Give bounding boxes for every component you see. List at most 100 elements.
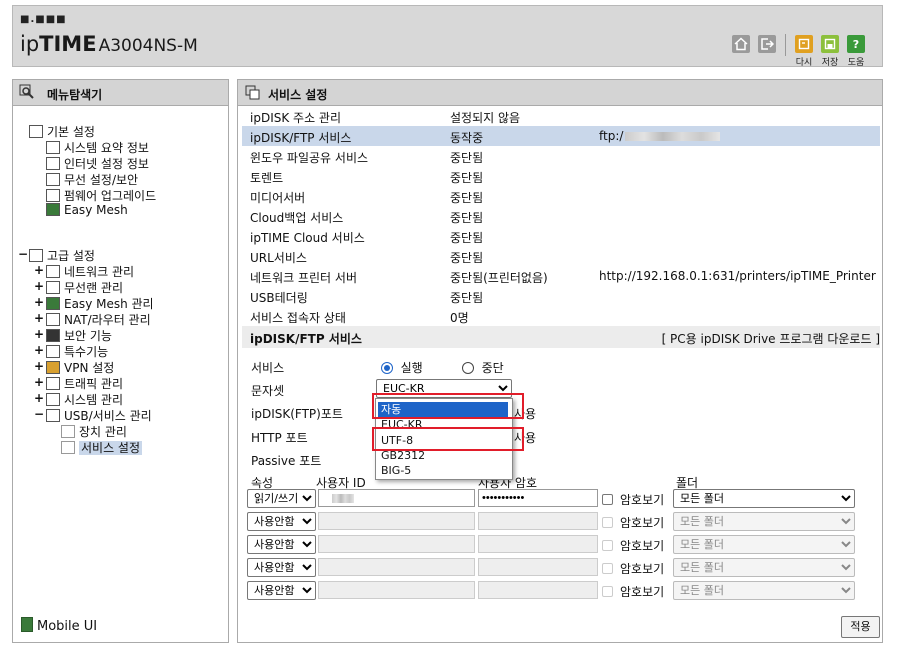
passive-port-label: Passive 포트 — [251, 454, 322, 468]
service-row: ipDISK 주소 관리 설정되지 않음 — [242, 106, 880, 126]
usb-icon — [46, 409, 60, 422]
account-password-input[interactable] — [478, 581, 598, 599]
collapse-toggle[interactable]: − — [34, 407, 44, 421]
logo-time: TIME — [39, 32, 97, 56]
sidebar-item-vpn[interactable]: VPN 설정 — [46, 359, 114, 376]
sidebar-item-system[interactable]: 시스템 관리 — [46, 391, 123, 408]
tree-basic-settings[interactable]: 기본 설정 — [29, 123, 95, 140]
sidebar-item-easy-mesh[interactable]: Easy Mesh — [46, 203, 128, 217]
service-status: 중단됨 — [450, 291, 484, 305]
stop-radio[interactable]: 중단 — [462, 359, 504, 376]
sidebar-item-system-summary[interactable]: 시스템 요약 정보 — [46, 139, 149, 156]
expand-toggle[interactable]: + — [34, 375, 44, 389]
sidebar-item-usb-service[interactable]: USB/서비스 관리 — [46, 407, 152, 424]
expand-toggle[interactable]: + — [34, 295, 44, 309]
undo-button[interactable] — [795, 35, 813, 53]
mesh-icon — [46, 203, 60, 216]
service-name: ipTIME Cloud 서비스 — [250, 231, 365, 245]
sidebar-item-network[interactable]: 네트워크 관리 — [46, 263, 134, 280]
model-name: A3004NS-M — [98, 36, 198, 56]
advanced-collapse-toggle[interactable]: − — [18, 247, 28, 261]
help-button[interactable]: ? — [847, 35, 865, 53]
sidebar-item-service-settings[interactable]: 서비스 설정 — [61, 439, 143, 456]
account-password-input[interactable] — [478, 535, 598, 553]
sidebar-item-nat-router[interactable]: NAT/라우터 관리 — [46, 311, 151, 328]
account-password-input[interactable] — [478, 558, 598, 576]
help-label: 도움 — [847, 58, 865, 68]
chart-icon — [46, 393, 60, 406]
service-name: ipDISK 주소 관리 — [250, 111, 342, 125]
show-password-toggle[interactable]: 암호보기 — [602, 491, 664, 508]
tree-advanced-settings[interactable]: 고급 설정 — [29, 247, 95, 264]
main-panel: 서비스 설정 ipDISK 주소 관리 설정되지 않음 ipDISK/FTP 서비스… — [237, 79, 883, 643]
service-extra[interactable]: http://192.168.0.1:631/printers/ipTIME_P… — [599, 269, 876, 283]
service-status: 중단됨 — [450, 171, 484, 185]
sidebar-menu: 메뉴탐색기 기본 설정 시스템 요약 정보 인터넷 설정 정보 무선 설정/보안… — [12, 79, 229, 643]
expand-toggle[interactable]: + — [34, 359, 44, 373]
account-attr-select[interactable]: 사용안함 — [247, 558, 316, 577]
service-name: 윈도우 파일공유 서비스 — [250, 151, 369, 165]
service-row: USB테더링 중단됨 — [242, 286, 880, 306]
chart-icon — [46, 141, 60, 154]
show-password-toggle[interactable]: 암호보기 — [602, 514, 664, 531]
charset-option-big5[interactable]: BIG-5 — [378, 463, 508, 478]
service-row: 토렌트 중단됨 — [242, 166, 880, 186]
service-row: ipTIME Cloud 서비스 중단됨 — [242, 226, 880, 246]
sidebar-item-firmware-upgrade[interactable]: 펌웨어 업그레이드 — [46, 187, 156, 204]
run-radio[interactable]: 실행 — [381, 359, 423, 376]
account-user-id-input[interactable] — [318, 512, 475, 530]
sidebar-item-security[interactable]: 보안 기능 — [46, 327, 112, 344]
sidebar-title: 메뉴탐색기 — [47, 88, 103, 102]
service-status: 중단됨 — [450, 251, 484, 265]
service-extra[interactable]: ftp:/ — [599, 129, 623, 143]
account-folder-select[interactable]: 모든 폴더 — [673, 558, 855, 577]
logout-button[interactable] — [758, 35, 776, 53]
logo-ip: ip — [20, 32, 40, 56]
service-status: 중단됨 — [450, 231, 484, 245]
account-attr-select[interactable]: 사용안함 — [247, 581, 316, 600]
logout-icon — [761, 38, 774, 50]
main-header: 서비스 설정 — [238, 80, 882, 106]
service-status: 중단됨 — [450, 191, 484, 205]
sidebar-item-traffic[interactable]: 트래픽 관리 — [46, 375, 123, 392]
expand-toggle[interactable]: + — [34, 263, 44, 277]
account-attr-select[interactable]: 사용안함 — [247, 535, 316, 554]
account-folder-select[interactable]: 모든 폴더 — [673, 489, 855, 508]
expand-toggle[interactable]: + — [34, 391, 44, 405]
account-password-input[interactable] — [478, 489, 598, 507]
service-row: 윈도우 파일공유 서비스 중단됨 — [242, 146, 880, 166]
sidebar-item-wireless[interactable]: 무선랜 관리 — [46, 279, 123, 296]
ipdisk-download-link[interactable]: [ PC용 ipDISK Drive 프로그램 다운로드 ] — [662, 330, 880, 347]
account-folder-select[interactable]: 모든 폴더 — [673, 581, 855, 600]
home-button[interactable] — [732, 35, 750, 53]
sidebar-item-special[interactable]: 특수기능 — [46, 343, 108, 360]
mobile-ui-link[interactable]: Mobile UI — [21, 617, 97, 634]
vpn-icon — [46, 361, 60, 374]
account-folder-select[interactable]: 모든 폴더 — [673, 512, 855, 531]
account-password-input[interactable] — [478, 512, 598, 530]
sidebar-item-easy-mesh-manage[interactable]: Easy Mesh 관리 — [46, 295, 154, 312]
expand-toggle[interactable]: + — [34, 279, 44, 293]
expand-toggle[interactable]: + — [34, 311, 44, 325]
account-user-id-input[interactable] — [318, 581, 475, 599]
expand-toggle[interactable]: + — [34, 343, 44, 357]
service-status: 0명 — [450, 311, 469, 325]
expand-toggle[interactable]: + — [34, 327, 44, 341]
account-user-id-input[interactable] — [318, 535, 475, 553]
show-password-toggle[interactable]: 암호보기 — [602, 537, 664, 554]
ftp-section-title: ipDISK/FTP 서비스 — [250, 332, 362, 346]
mesh-icon — [46, 297, 60, 310]
apply-button[interactable]: 적용 — [841, 616, 880, 638]
sidebar-item-device[interactable]: 장치 관리 — [61, 423, 127, 440]
sidebar-item-internet-info[interactable]: 인터넷 설정 정보 — [46, 155, 149, 172]
account-folder-select[interactable]: 모든 폴더 — [673, 535, 855, 554]
wifi-icon — [46, 173, 60, 186]
show-password-toggle[interactable]: 암호보기 — [602, 583, 664, 600]
show-password-toggle[interactable]: 암호보기 — [602, 560, 664, 577]
save-button[interactable] — [821, 35, 839, 53]
sidebar-item-wireless-security[interactable]: 무선 설정/보안 — [46, 171, 138, 188]
account-attr-select[interactable]: 읽기/쓰기 — [247, 489, 316, 508]
service-status: 동작중 — [450, 131, 484, 145]
account-user-id-input[interactable] — [318, 558, 475, 576]
account-attr-select[interactable]: 사용안함 — [247, 512, 316, 531]
